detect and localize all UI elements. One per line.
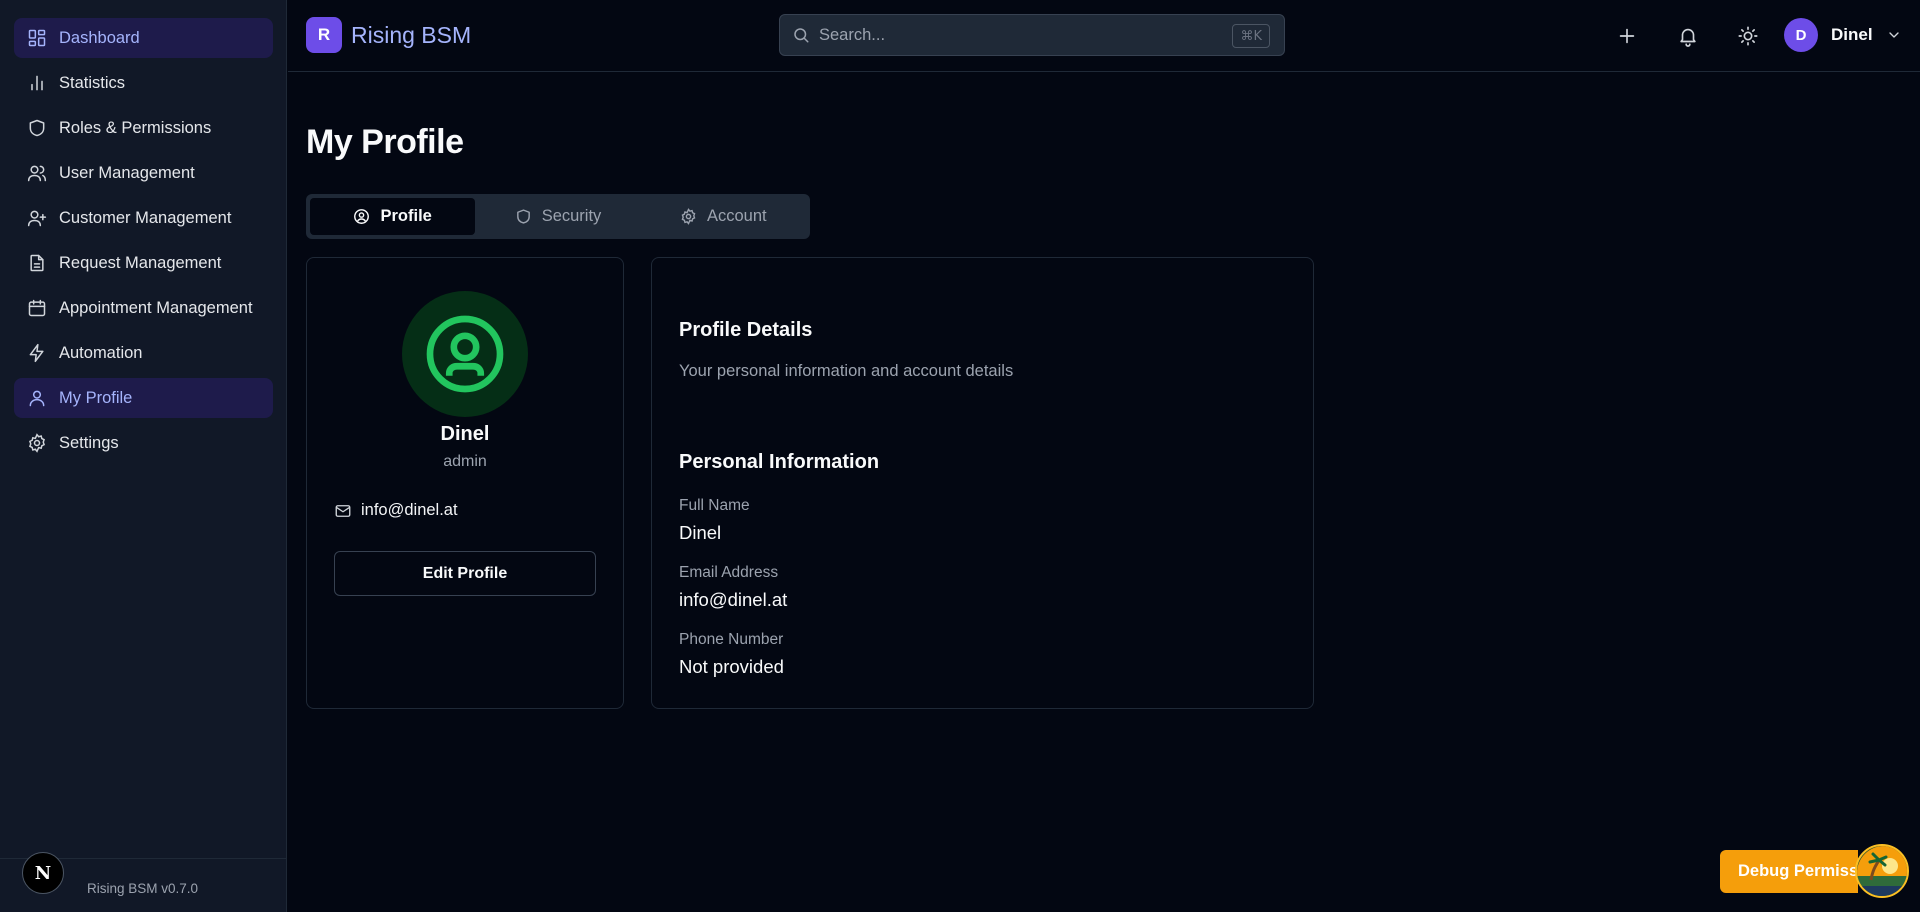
sidebar-item-label: Roles & Permissions — [59, 118, 212, 137]
user-name: Dinel — [1831, 25, 1873, 44]
personal-information-title: Personal Information — [679, 451, 880, 473]
brand[interactable]: R Rising BSM — [306, 17, 471, 53]
calendar-icon — [27, 298, 47, 318]
sidebar-item-roles-permissions[interactable]: Roles & Permissions — [14, 108, 273, 148]
profile-details-card: Profile Details Your personal informatio… — [651, 257, 1314, 709]
sidebar-item-automation[interactable]: Automation — [14, 333, 273, 373]
tab-label: Profile — [380, 207, 432, 225]
sidebar-footer: N Rising BSM v0.7.0 — [0, 852, 287, 912]
document-icon — [27, 253, 47, 273]
user-plus-icon — [27, 208, 47, 228]
sidebar-item-user-management[interactable]: User Management — [14, 153, 273, 193]
profile-details-title: Profile Details — [679, 319, 813, 341]
user-circle-icon — [353, 208, 370, 225]
sun-icon — [1737, 25, 1759, 47]
page-title: My Profile — [306, 123, 464, 161]
notifications-button[interactable] — [1671, 19, 1705, 53]
edit-profile-button[interactable]: Edit Profile — [334, 551, 596, 596]
full-name-value: Dinel — [679, 522, 722, 543]
sidebar-item-dashboard[interactable]: Dashboard — [14, 18, 273, 58]
bell-icon — [1677, 25, 1699, 47]
profile-card: Dinel admin info@dinel.at Edit Profile — [306, 257, 624, 709]
sidebar-item-label: Appointment Management — [59, 298, 253, 317]
sidebar-item-my-profile[interactable]: My Profile — [14, 378, 273, 418]
sidebar-item-request-management[interactable]: Request Management — [14, 243, 273, 283]
debug-avatar-badge[interactable] — [1855, 844, 1909, 898]
sidebar-item-label: Dashboard — [59, 28, 140, 47]
profile-details-description: Your personal information and account de… — [679, 362, 1014, 380]
users-icon — [27, 163, 47, 183]
sidebar-item-settings[interactable]: Settings — [14, 423, 273, 463]
sidebar: Dashboard Statistics Roles & Permissions… — [0, 0, 287, 912]
profile-email-text: info@dinel.at — [361, 501, 458, 519]
brand-name: Rising BSM — [351, 21, 472, 48]
profile-avatar — [402, 291, 528, 417]
full-name-label: Full Name — [679, 497, 750, 514]
chart-bars-icon — [27, 73, 47, 93]
gear-icon — [27, 433, 47, 453]
tab-security[interactable]: Security — [475, 198, 640, 235]
search-shortcut: ⌘K — [1232, 24, 1270, 48]
plus-icon — [1616, 25, 1638, 47]
app-version: Rising BSM v0.7.0 — [87, 881, 199, 896]
shield-icon — [27, 118, 47, 138]
sidebar-item-label: Request Management — [59, 253, 222, 272]
dashboard-icon — [27, 28, 47, 48]
sidebar-item-customer-management[interactable]: Customer Management — [14, 198, 273, 238]
email-address-value: info@dinel.at — [679, 589, 788, 610]
user-icon — [27, 388, 47, 408]
phone-number-value: Not provided — [679, 656, 784, 677]
phone-number-label: Phone Number — [679, 631, 784, 648]
tab-label: Security — [541, 207, 602, 225]
avatar: D — [1784, 18, 1818, 52]
profile-tabs: Profile Security Account — [306, 194, 810, 239]
profile-role: admin — [443, 453, 487, 470]
profile-email: info@dinel.at — [334, 501, 458, 520]
debug-permissions-button[interactable]: Debug Permissions — [1720, 850, 1858, 893]
user-circle-icon — [423, 312, 507, 396]
mail-icon — [334, 502, 352, 520]
profile-name: Dinel — [440, 423, 490, 445]
sidebar-item-label: Statistics — [59, 73, 126, 92]
sidebar-item-statistics[interactable]: Statistics — [14, 63, 273, 103]
sidebar-item-label: My Profile — [59, 388, 133, 407]
sidebar-item-label: Settings — [59, 433, 119, 452]
gear-icon — [680, 208, 697, 225]
tab-label: Account — [707, 207, 767, 225]
top-header: R Rising BSM ⌘K D Dinel — [288, 0, 1920, 72]
brand-logo: R — [306, 17, 342, 53]
user-menu[interactable]: D Dinel — [1784, 18, 1902, 52]
sidebar-item-appointment-management[interactable]: Appointment Management — [14, 288, 273, 328]
search-bar[interactable]: ⌘K — [779, 14, 1285, 56]
sidebar-nav: Dashboard Statistics Roles & Permissions… — [14, 18, 273, 468]
tab-profile[interactable]: Profile — [310, 198, 476, 235]
sidebar-item-label: Customer Management — [59, 208, 232, 227]
sidebar-item-label: User Management — [59, 163, 195, 182]
add-button[interactable] — [1610, 19, 1644, 53]
email-address-label: Email Address — [679, 564, 779, 581]
sidebar-item-label: Automation — [59, 343, 143, 362]
chevron-down-icon — [1886, 27, 1902, 43]
theme-toggle-button[interactable] — [1731, 19, 1765, 53]
lightning-icon — [27, 343, 47, 363]
search-icon — [792, 26, 810, 44]
search-input[interactable] — [819, 25, 1219, 45]
shield-icon — [515, 208, 532, 225]
nextjs-logo[interactable]: N — [22, 852, 64, 894]
tab-account[interactable]: Account — [641, 198, 806, 235]
